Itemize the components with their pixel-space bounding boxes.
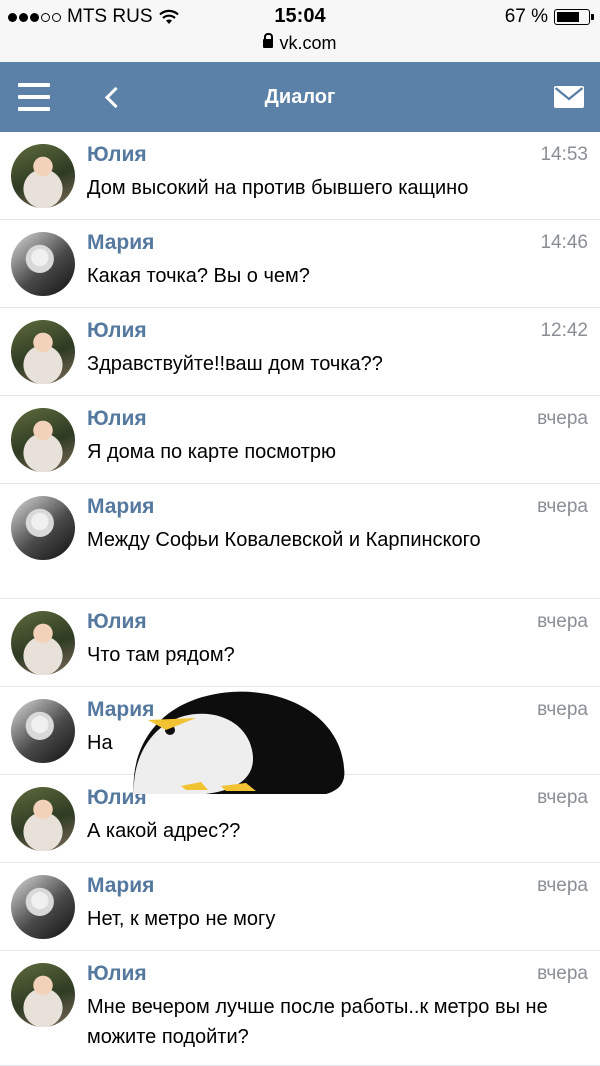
dialog-row[interactable]: Юлия вчера Я дома по карте посмотрю	[0, 396, 600, 484]
message-time: 14:46	[540, 232, 588, 253]
sender-name[interactable]: Мария	[87, 874, 154, 898]
message-text: Я дома по карте посмотрю	[87, 441, 337, 463]
dialog-row[interactable]: Мария вчера Нет, к метро не могу	[0, 863, 600, 951]
sender-name[interactable]: Юлия	[87, 143, 147, 167]
battery-indicator: 67 %	[504, 6, 594, 28]
message-time: вчера	[537, 496, 588, 517]
address-bar[interactable]: vk.com	[0, 33, 600, 54]
dialog-row[interactable]: Юлия вчера Что там рядом?	[0, 599, 600, 687]
sender-name[interactable]: Юлия	[87, 610, 147, 634]
avatar[interactable]	[11, 611, 75, 675]
sender-name[interactable]: Юлия	[87, 319, 147, 343]
message-text: Что там рядом?	[87, 644, 235, 666]
message-text: А какой адрес??	[87, 820, 241, 842]
avatar[interactable]	[11, 232, 75, 296]
sender-name[interactable]: Мария	[87, 698, 154, 722]
message-time: 14:53	[540, 144, 588, 165]
top-navigation-bar: Диалог	[0, 62, 600, 132]
message-time: 12:42	[540, 320, 588, 341]
avatar[interactable]	[11, 496, 75, 560]
avatar[interactable]	[11, 963, 75, 1027]
avatar[interactable]	[11, 699, 75, 763]
message-text: Мне вечером лучше после работы..к метро …	[87, 996, 548, 1048]
page-title: Диалог	[264, 86, 336, 108]
sender-name[interactable]: Юлия	[87, 786, 147, 810]
message-text: На	[87, 732, 113, 754]
avatar[interactable]	[11, 787, 75, 851]
dialog-row[interactable]: Юлия вчера Мне вечером лучше после работы.…	[0, 951, 600, 1066]
message-time: вчера	[537, 611, 588, 632]
message-time: вчера	[537, 963, 588, 984]
message-time: вчера	[537, 408, 588, 429]
mail-icon[interactable]	[554, 86, 584, 108]
message-text: Нет, к метро не могу	[87, 908, 276, 930]
message-text: Какая точка? Вы о чем?	[87, 265, 310, 287]
avatar[interactable]	[11, 320, 75, 384]
dialog-row[interactable]: Мария 14:46 Какая точка? Вы о чем?	[0, 220, 600, 308]
battery-icon	[554, 9, 594, 25]
avatar[interactable]	[11, 408, 75, 472]
message-text: Здравствуйте!!ваш дом точка??	[87, 353, 383, 375]
message-time: вчера	[537, 875, 588, 896]
sender-name[interactable]: Юлия	[87, 407, 147, 431]
sender-name[interactable]: Мария	[87, 231, 154, 255]
dialog-row[interactable]: Мария вчера На	[0, 687, 600, 775]
dialog-row[interactable]: Юлия 14:53 Дом высокий на против бывшего к…	[0, 132, 600, 220]
avatar[interactable]	[11, 875, 75, 939]
dialog-row[interactable]: Мария вчера Между Софьи Ковалевской и Карп…	[0, 484, 600, 599]
message-time: вчера	[537, 699, 588, 720]
battery-percent: 67 %	[504, 6, 548, 27]
dialog-row[interactable]: Юлия 12:42 Здравствуйте!!ваш дом точка??	[0, 308, 600, 396]
message-time: вчера	[537, 787, 588, 808]
message-text: Дом высокий на против бывшего кащино	[87, 177, 469, 199]
status-bar: MTS RUS 15:04 vk.com 67 %	[0, 0, 600, 62]
sender-name[interactable]: Юлия	[87, 962, 147, 986]
lock-icon	[263, 33, 274, 48]
url-text: vk.com	[279, 33, 337, 53]
dialog-row[interactable]: Юлия вчера А какой адрес??	[0, 775, 600, 863]
message-text: Между Софьи Ковалевской и Карпинского	[87, 529, 481, 551]
avatar[interactable]	[11, 144, 75, 208]
dialog-list: Юлия 14:53 Дом высокий на против бывшего к…	[0, 132, 600, 1066]
sender-name[interactable]: Мария	[87, 495, 154, 519]
